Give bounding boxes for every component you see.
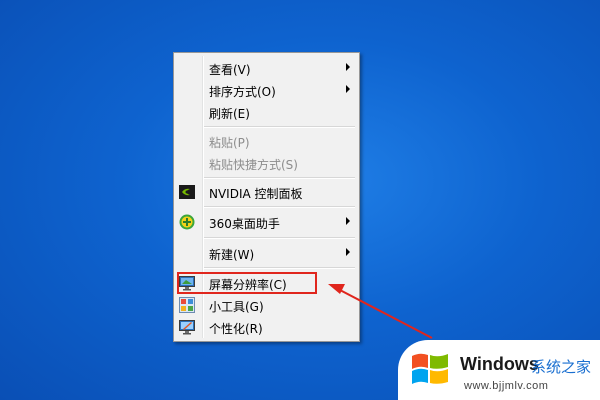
- submenu-arrow-icon: [346, 85, 350, 93]
- menu-separator: [204, 237, 355, 239]
- menu-item-label: 小工具(G): [209, 300, 264, 314]
- menu-item-nvidia-control-panel[interactable]: NVIDIA 控制面板: [176, 181, 357, 203]
- menu-item-personalize[interactable]: 个性化(R): [176, 316, 357, 338]
- menu-item-label: 刷新(E): [209, 107, 250, 121]
- watermark-suffix: 系统之家: [531, 358, 592, 376]
- menu-item-label: 新建(W): [209, 248, 255, 262]
- highlight-box-annotation: [177, 272, 317, 294]
- menu-item-label: NVIDIA 控制面板: [209, 187, 303, 201]
- nvidia-icon: [179, 184, 195, 200]
- menu-separator: [204, 206, 355, 208]
- desktop-context-menu: 查看(V) 排序方式(O) 刷新(E) 粘贴(P) 粘贴快捷方式(S) NVID…: [173, 52, 360, 342]
- menu-separator: [204, 126, 355, 128]
- submenu-arrow-icon: [346, 63, 350, 71]
- menu-separator: [204, 267, 355, 269]
- watermark-url: www.bjjmlv.com: [464, 380, 549, 392]
- menu-item-refresh[interactable]: 刷新(E): [176, 101, 357, 123]
- menu-item-new[interactable]: 新建(W): [176, 242, 357, 264]
- menu-item-label: 查看(V): [209, 63, 251, 77]
- menu-item-paste-shortcut: 粘贴快捷方式(S): [176, 152, 357, 174]
- menu-item-label: 360桌面助手: [209, 217, 280, 231]
- menu-item-label: 个性化(R): [209, 322, 263, 336]
- menu-item-view[interactable]: 查看(V): [176, 57, 357, 79]
- submenu-arrow-icon: [346, 217, 350, 225]
- watermark-brand: Windows: [460, 354, 539, 374]
- menu-item-label: 粘贴(P): [209, 136, 250, 150]
- watermark-logo: Windows 系统之家 www.bjjmlv.com: [398, 340, 600, 400]
- menu-item-360-assistant[interactable]: 360桌面助手: [176, 211, 357, 233]
- menu-item-paste: 粘贴(P): [176, 130, 357, 152]
- personalize-icon: [179, 319, 195, 335]
- menu-item-sort-by[interactable]: 排序方式(O): [176, 79, 357, 101]
- menu-separator: [204, 177, 355, 179]
- windows-logo-icon: [412, 353, 448, 384]
- menu-item-gadgets[interactable]: 小工具(G): [176, 294, 357, 316]
- menu-item-label: 排序方式(O): [209, 85, 276, 99]
- 360-assistant-icon: [179, 214, 195, 230]
- gadgets-icon: [179, 297, 195, 313]
- submenu-arrow-icon: [346, 248, 350, 256]
- menu-item-label: 粘贴快捷方式(S): [209, 158, 298, 172]
